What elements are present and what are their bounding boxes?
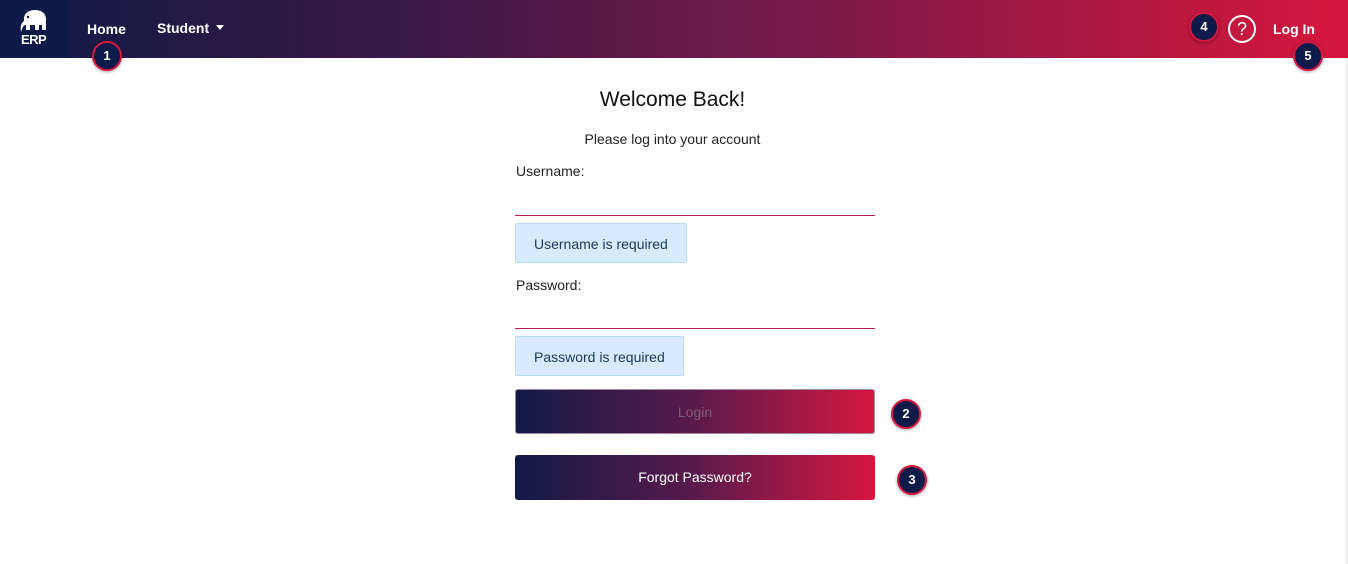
nav-home-link[interactable]: Home <box>87 21 126 37</box>
page-title: Welcome Back! <box>599 88 746 111</box>
logo-text: ERP <box>21 32 47 47</box>
nav-student-label: Student <box>157 20 210 36</box>
elephant-icon <box>20 10 46 32</box>
username-input[interactable] <box>515 187 875 216</box>
top-navbar: ERP Home Student ? Log In <box>0 0 1348 58</box>
step-badge-5: 5 <box>1293 41 1323 71</box>
step-badge-3: 3 <box>897 465 927 495</box>
password-label: Password: <box>516 277 582 293</box>
step-badge-2: 2 <box>891 399 921 429</box>
step-badge-1: 1 <box>92 41 122 71</box>
nav-student-dropdown[interactable]: Student <box>157 20 225 36</box>
forgot-password-button[interactable]: Forgot Password? <box>515 455 875 500</box>
logo[interactable]: ERP <box>0 0 68 58</box>
page-subtitle: Please log into your account <box>584 131 761 147</box>
password-input[interactable] <box>515 300 875 329</box>
nav-login-link[interactable]: Log In <box>1273 21 1315 37</box>
caret-down-icon <box>216 24 225 30</box>
step-badge-4: 4 <box>1189 12 1219 42</box>
username-error: Username is required <box>515 223 687 263</box>
question-circle-icon[interactable]: ? <box>1228 15 1256 43</box>
password-error: Password is required <box>515 336 684 376</box>
username-label: Username: <box>516 163 585 179</box>
login-button[interactable]: Login <box>515 389 875 434</box>
